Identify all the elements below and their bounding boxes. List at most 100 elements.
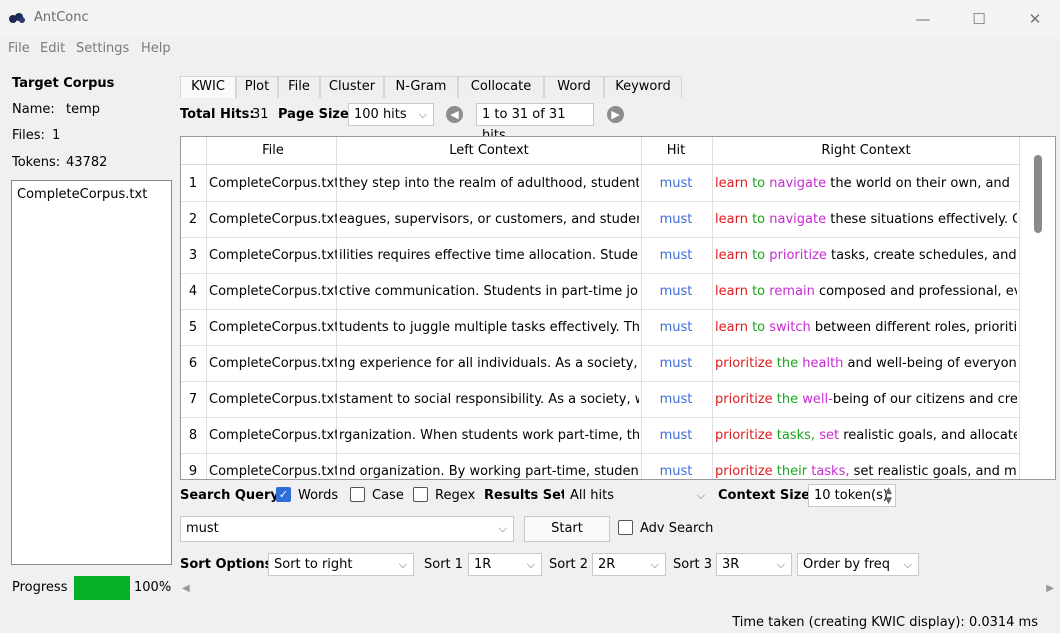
right-context-segment: learn [715, 176, 748, 191]
table-row[interactable]: 5 CompleteCorpus.txt tudents to juggle mul… [181, 310, 1021, 346]
file-list-item[interactable]: CompleteCorpus.txt [17, 187, 147, 202]
table-row[interactable]: 8 CompleteCorpus.txt rganization. When stu… [181, 418, 1021, 454]
row-hit[interactable]: must [641, 392, 711, 407]
table-row[interactable]: 6 CompleteCorpus.txt ng experience for all… [181, 346, 1021, 382]
sort1-select[interactable]: 1R ⌵ [468, 553, 542, 576]
search-query-label: Search Query [180, 488, 279, 503]
chevron-down-icon: ⌵ [650, 558, 659, 571]
corpus-files-value: 1 [52, 128, 61, 143]
tab-collocate[interactable]: Collocate [458, 76, 544, 98]
row-hit[interactable]: must [641, 464, 711, 479]
right-context-segment: switch [769, 320, 811, 335]
right-context-segment: tasks, [811, 464, 850, 479]
chevron-down-icon: ⌵ [498, 522, 507, 535]
context-size-spinner[interactable]: 10 token(s) ▲ ▼ [808, 484, 896, 507]
row-right-context: prioritize the health and well-being of … [715, 356, 1017, 371]
tab-ngram[interactable]: N-Gram [384, 76, 458, 98]
regex-label: Regex [435, 488, 476, 503]
row-file: CompleteCorpus.txt [209, 248, 337, 263]
row-file: CompleteCorpus.txt [209, 212, 337, 227]
previous-page-icon[interactable]: ◀ [446, 106, 463, 123]
row-hit[interactable]: must [641, 176, 711, 191]
results-set-label: Results Set [484, 488, 568, 503]
antconc-logo-icon [9, 13, 25, 23]
spinner-arrows-icon[interactable]: ▲ ▼ [885, 486, 892, 506]
kwic-table[interactable]: File Left Context Hit Right Context 1 Com… [180, 136, 1056, 480]
menu-help[interactable]: Help [141, 41, 171, 56]
adv-search-checkbox[interactable] [618, 520, 633, 535]
table-row[interactable]: 7 CompleteCorpus.txt stament to social res… [181, 382, 1021, 418]
table-row[interactable]: 3 CompleteCorpus.txt ilities requires effe… [181, 238, 1021, 274]
row-hit[interactable]: must [641, 320, 711, 335]
tab-kwic[interactable]: KWIC [180, 76, 236, 98]
row-hit[interactable]: must [641, 356, 711, 371]
start-button[interactable]: Start [524, 516, 610, 542]
tab-word[interactable]: Word [544, 76, 604, 98]
tab-file[interactable]: File [278, 76, 320, 98]
row-hit[interactable]: must [641, 284, 711, 299]
right-context-segment: composed and professional, ever [814, 284, 1017, 299]
menu-file[interactable]: File [8, 41, 30, 56]
vertical-scroll-thumb[interactable] [1034, 155, 1042, 233]
horizontal-scrollbar[interactable]: ◀ ▶ [180, 583, 1056, 599]
column-header-file[interactable]: File [209, 143, 337, 158]
row-number: 1 [188, 176, 198, 191]
right-context-segment: navigate [769, 212, 827, 227]
page-size-value: 100 hits [354, 107, 407, 122]
row-right-context: learn to switch between different roles,… [715, 320, 1017, 335]
maximize-icon[interactable]: ☐ [956, 6, 1002, 32]
menu-edit[interactable]: Edit [40, 41, 65, 56]
right-context-segment: tasks, [772, 428, 820, 443]
row-hit[interactable]: must [641, 212, 711, 227]
words-checkbox[interactable]: ✓ [276, 487, 291, 502]
row-hit[interactable]: must [641, 248, 711, 263]
sort3-select[interactable]: 3R ⌵ [716, 553, 792, 576]
right-context-segment: prioritize [715, 464, 773, 479]
tab-keyword[interactable]: Keyword [604, 76, 682, 98]
sort-options-select[interactable]: Sort to right ⌵ [268, 553, 414, 576]
page-size-select[interactable]: 100 hits ⌵ [348, 103, 434, 126]
column-header-hit[interactable]: Hit [641, 143, 711, 158]
case-checkbox[interactable] [350, 487, 365, 502]
scroll-left-icon[interactable]: ◀ [182, 583, 190, 594]
next-page-icon[interactable]: ▶ [607, 106, 624, 123]
column-header-right-context[interactable]: Right Context [715, 143, 1017, 158]
row-right-context: prioritize their tasks, set realistic go… [715, 464, 1017, 479]
column-header-left-context[interactable]: Left Context [339, 143, 639, 158]
search-input[interactable]: must ⌵ [180, 516, 514, 542]
row-number: 7 [188, 392, 198, 407]
close-icon[interactable]: ✕ [1012, 6, 1058, 32]
table-row[interactable]: 2 CompleteCorpus.txt eagues, supervisors, … [181, 202, 1021, 238]
row-left-context: stament to social responsibility. As a s… [339, 392, 639, 407]
right-context-segment: and well-being of everyone, a [847, 356, 1017, 371]
right-context-segment: between different roles, prioritize [810, 320, 1017, 335]
scroll-right-icon[interactable]: ▶ [1046, 583, 1054, 594]
menu-settings[interactable]: Settings [76, 41, 129, 56]
regex-checkbox[interactable] [413, 487, 428, 502]
table-row[interactable]: 9 CompleteCorpus.txt nd organization. By w… [181, 454, 1021, 479]
sort2-select[interactable]: 2R ⌵ [592, 553, 666, 576]
order-select[interactable]: Order by freq ⌵ [797, 553, 919, 576]
row-right-context: learn to prioritize tasks, create schedu… [715, 248, 1017, 263]
minimize-icon[interactable]: — [900, 6, 946, 32]
corpus-file-list[interactable]: CompleteCorpus.txt [11, 180, 172, 565]
row-left-context: ng experience for all individuals. As a … [339, 356, 639, 371]
target-corpus-heading: Target Corpus [12, 76, 115, 91]
kwic-table-header: File Left Context Hit Right Context [181, 137, 1021, 165]
tab-cluster[interactable]: Cluster [320, 76, 384, 98]
right-context-segment: to [747, 176, 770, 191]
row-right-context: learn to navigate the world on their own… [715, 176, 1017, 191]
right-context-segment: prioritize [715, 356, 773, 371]
right-context-segment: realistic goals, and allocate tin [843, 428, 1017, 443]
adv-search-label: Adv Search [640, 521, 714, 536]
table-row[interactable]: 1 CompleteCorpus.txt they step into the re… [181, 166, 1021, 202]
row-file: CompleteCorpus.txt [209, 320, 337, 335]
tab-plot[interactable]: Plot [236, 76, 278, 98]
row-number: 6 [188, 356, 198, 371]
results-set-select[interactable]: All hits ⌵ [564, 484, 712, 507]
row-number: 3 [188, 248, 198, 263]
row-hit[interactable]: must [641, 428, 711, 443]
table-row[interactable]: 4 CompleteCorpus.txt ctive communication. … [181, 274, 1021, 310]
chevron-down-icon: ⌵ [398, 558, 407, 571]
row-right-context: learn to remain composed and professiona… [715, 284, 1017, 299]
